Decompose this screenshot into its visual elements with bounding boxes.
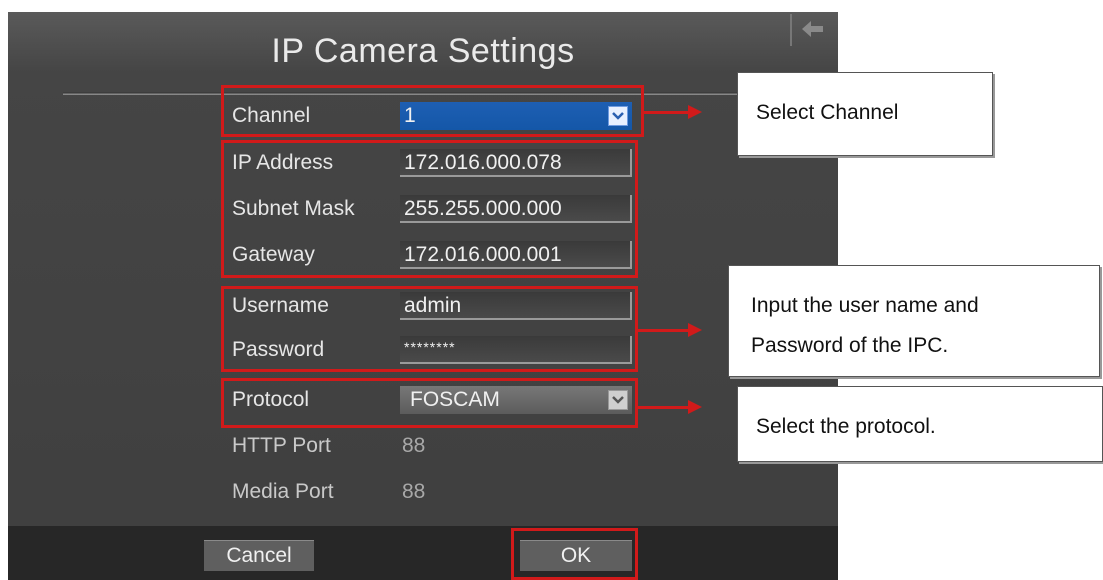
channel-arrow-head <box>688 105 702 119</box>
credentials-callout: Input the user name and Password of the … <box>728 265 1100 377</box>
http-port-row: HTTP Port 88 <box>222 430 642 462</box>
credentials-arrow-head <box>688 323 702 337</box>
protocol-highlight-box <box>221 378 638 428</box>
select-protocol-callout: Select the protocol. <box>737 386 1103 462</box>
back-button[interactable] <box>790 14 832 46</box>
channel-arrow-line <box>644 111 690 114</box>
credentials-callout-line1: Input the user name and <box>751 294 979 317</box>
media-port-row: Media Port 88 <box>222 476 642 508</box>
media-port-value: 88 <box>402 480 426 503</box>
dialog-footer: Cancel OK <box>8 526 838 580</box>
protocol-arrow-line <box>638 406 690 409</box>
select-channel-callout-text: Select Channel <box>756 101 899 124</box>
channel-highlight-box <box>221 85 644 137</box>
cropped-text-fragment <box>520 0 660 6</box>
credentials-arrow-line <box>638 329 690 332</box>
media-port-label: Media Port <box>232 480 334 503</box>
cancel-button[interactable]: Cancel <box>204 540 314 571</box>
credentials-highlight-box <box>221 286 638 372</box>
select-channel-callout: Select Channel <box>737 72 993 156</box>
http-port-label: HTTP Port <box>232 434 331 457</box>
ok-highlight-box <box>511 528 638 580</box>
credentials-callout-line2: Password of the IPC. <box>751 334 949 357</box>
protocol-arrow-head <box>688 400 702 414</box>
http-port-value: 88 <box>402 434 426 457</box>
select-protocol-callout-text: Select the protocol. <box>756 415 936 438</box>
network-highlight-box <box>221 140 638 278</box>
back-arrow-icon <box>802 21 823 37</box>
dialog-title: IP Camera Settings <box>271 32 575 70</box>
